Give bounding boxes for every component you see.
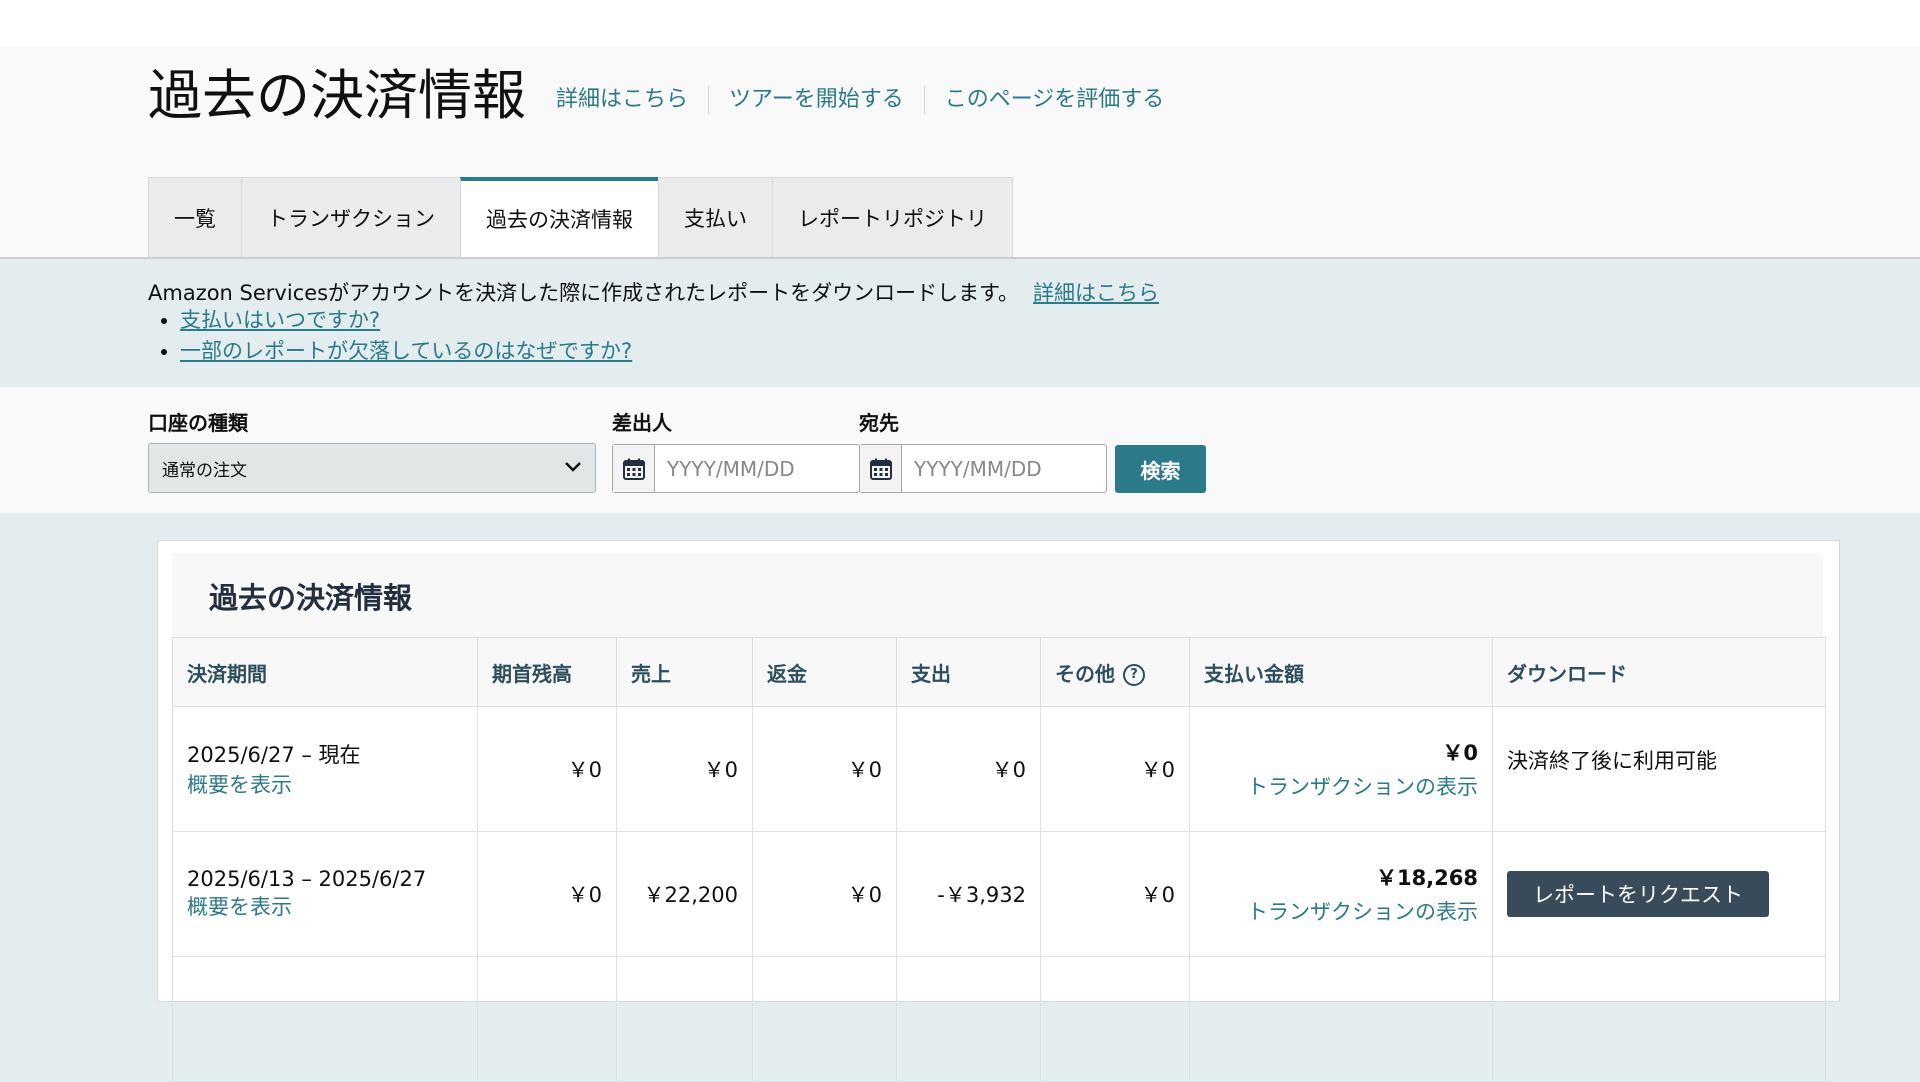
payment-cell	[1189, 956, 1493, 1082]
expense-cell	[896, 956, 1041, 1082]
help-icon[interactable]: ?	[1123, 664, 1145, 686]
col-refunds[interactable]: 返金	[752, 637, 897, 707]
list-item: 一部のレポートが欠落しているのはなぜですか?	[180, 336, 632, 367]
col-other-label: その他	[1055, 661, 1115, 686]
other-cell: ￥0	[1040, 706, 1190, 832]
account-type-value: 通常の注文	[162, 460, 247, 481]
col-period[interactable]: 決済期間	[172, 637, 478, 707]
from-date-input[interactable]	[655, 445, 859, 492]
col-download: ダウンロード	[1492, 637, 1826, 707]
view-summary-link[interactable]: 概要を表示	[187, 891, 463, 921]
tab-payments[interactable]: 支払い	[658, 177, 773, 257]
missing-reports-link[interactable]: 一部のレポートが欠落しているのはなぜですか?	[180, 339, 632, 363]
learn-more-link[interactable]: 詳細はこちら	[556, 85, 708, 115]
to-date-field	[859, 444, 1107, 493]
tab-overview[interactable]: 一覧	[148, 177, 242, 257]
col-opening-balance[interactable]: 期首残高	[477, 637, 617, 707]
sales-cell: ￥0	[616, 706, 753, 832]
filter-bar: 口座の種類 通常の注文 差出人 宛先 検索	[0, 387, 1920, 513]
download-cell: 決済終了後に利用可能	[1492, 706, 1826, 832]
period-cell	[172, 956, 478, 1082]
opening-cell	[477, 956, 617, 1082]
list-item: 支払いはいつですか?	[180, 305, 632, 336]
table-row	[172, 956, 1826, 1082]
info-bullets: 支払いはいつですか? 一部のレポートが欠落しているのはなぜですか?	[150, 305, 632, 367]
other-cell: ￥0	[1040, 831, 1190, 957]
payment-cell: ￥0 トランザクションの表示	[1189, 706, 1493, 832]
other-cell	[1040, 956, 1190, 1082]
page-header: 過去の決済情報 詳細はこちら ツアーを開始する このページを評価する 一覧 トラ…	[0, 47, 1920, 259]
view-transactions-link[interactable]: トランザクションの表示	[1204, 771, 1478, 801]
info-learn-more-link[interactable]: 詳細はこちら	[1033, 281, 1159, 305]
period-cell: 2025/6/13 – 2025/6/27 概要を表示	[172, 831, 478, 957]
payment-cell: ￥18,268 トランザクションの表示	[1189, 831, 1493, 957]
download-cell	[1492, 956, 1826, 1082]
calendar-icon[interactable]	[613, 445, 655, 492]
period-text: 2025/6/27 – 現在	[187, 743, 361, 767]
account-type-select[interactable]: 通常の注文	[148, 443, 596, 493]
request-report-button[interactable]: レポートをリクエスト	[1507, 871, 1769, 917]
to-date-input[interactable]	[902, 445, 1106, 492]
info-text: Amazon Servicesがアカウントを決済した際に作成されたレポートをダウ…	[148, 281, 1019, 305]
card-title: 過去の決済情報	[209, 581, 413, 615]
sales-cell: ￥22,200	[616, 831, 753, 957]
view-transactions-link[interactable]: トランザクションの表示	[1204, 896, 1478, 926]
refund-cell: ￥0	[752, 831, 897, 957]
tab-transactions[interactable]: トランザクション	[241, 177, 461, 257]
account-type-label: 口座の種類	[148, 411, 248, 435]
refund-cell	[752, 956, 897, 1082]
settlements-table: 決済期間 期首残高 売上 返金 支出 その他? 支払い金額 ダウンロード 202…	[172, 637, 1826, 1082]
table-row: 2025/6/27 – 現在 概要を表示 ￥0 ￥0 ￥0 ￥0 ￥0 ￥0 ト…	[172, 706, 1826, 832]
header-links: 詳細はこちら ツアーを開始する このページを評価する	[556, 85, 1184, 115]
expense-cell: ￥0	[896, 706, 1041, 832]
tab-report-repository[interactable]: レポートリポジトリ	[772, 177, 1013, 257]
to-date-label: 宛先	[859, 411, 899, 435]
col-expenses[interactable]: 支出	[896, 637, 1041, 707]
info-text-line: Amazon Servicesがアカウントを決済した際に作成されたレポートをダウ…	[148, 277, 1159, 307]
refund-cell: ￥0	[752, 706, 897, 832]
search-button[interactable]: 検索	[1115, 445, 1206, 493]
table-header-row: 決済期間 期首残高 売上 返金 支出 その他? 支払い金額 ダウンロード	[172, 637, 1826, 707]
payment-amount: ￥18,268	[1375, 866, 1478, 890]
calendar-icon[interactable]	[860, 445, 902, 492]
settlements-card: 過去の決済情報 決済期間 期首残高 売上 返金 支出 その他? 支払い金額 ダウ…	[157, 540, 1840, 1082]
period-cell: 2025/6/27 – 現在 概要を表示	[172, 706, 478, 832]
start-tour-link[interactable]: ツアーを開始する	[708, 85, 924, 115]
info-banner: Amazon Servicesがアカウントを決済した際に作成されたレポートをダウ…	[0, 259, 1920, 387]
when-paid-link[interactable]: 支払いはいつですか?	[180, 308, 380, 332]
from-date-field	[612, 444, 860, 493]
opening-cell: ￥0	[477, 831, 617, 957]
card-header: 過去の決済情報	[172, 553, 1823, 637]
download-status: 決済終了後に利用可能	[1507, 749, 1717, 773]
period-text: 2025/6/13 – 2025/6/27	[187, 867, 427, 891]
rate-page-link[interactable]: このページを評価する	[923, 85, 1185, 115]
page-title: 過去の決済情報	[148, 64, 526, 127]
from-date-label: 差出人	[612, 411, 672, 435]
tab-bar: 一覧 トランザクション 過去の決済情報 支払い レポートリポジトリ	[148, 177, 1013, 257]
download-cell: レポートをリクエスト	[1492, 831, 1826, 957]
col-sales[interactable]: 売上	[616, 637, 753, 707]
view-summary-link[interactable]: 概要を表示	[187, 769, 463, 799]
col-payment[interactable]: 支払い金額	[1189, 637, 1493, 707]
col-other: その他?	[1040, 637, 1190, 707]
sales-cell	[616, 956, 753, 1082]
chevron-down-icon	[564, 458, 582, 478]
table-row: 2025/6/13 – 2025/6/27 概要を表示 ￥0 ￥22,200 ￥…	[172, 831, 1826, 957]
tab-past-settlements[interactable]: 過去の決済情報	[460, 177, 659, 257]
payment-amount: ￥0	[1442, 741, 1478, 765]
opening-cell: ￥0	[477, 706, 617, 832]
top-bar	[0, 0, 1920, 47]
expense-cell: -￥3,932	[896, 831, 1041, 957]
